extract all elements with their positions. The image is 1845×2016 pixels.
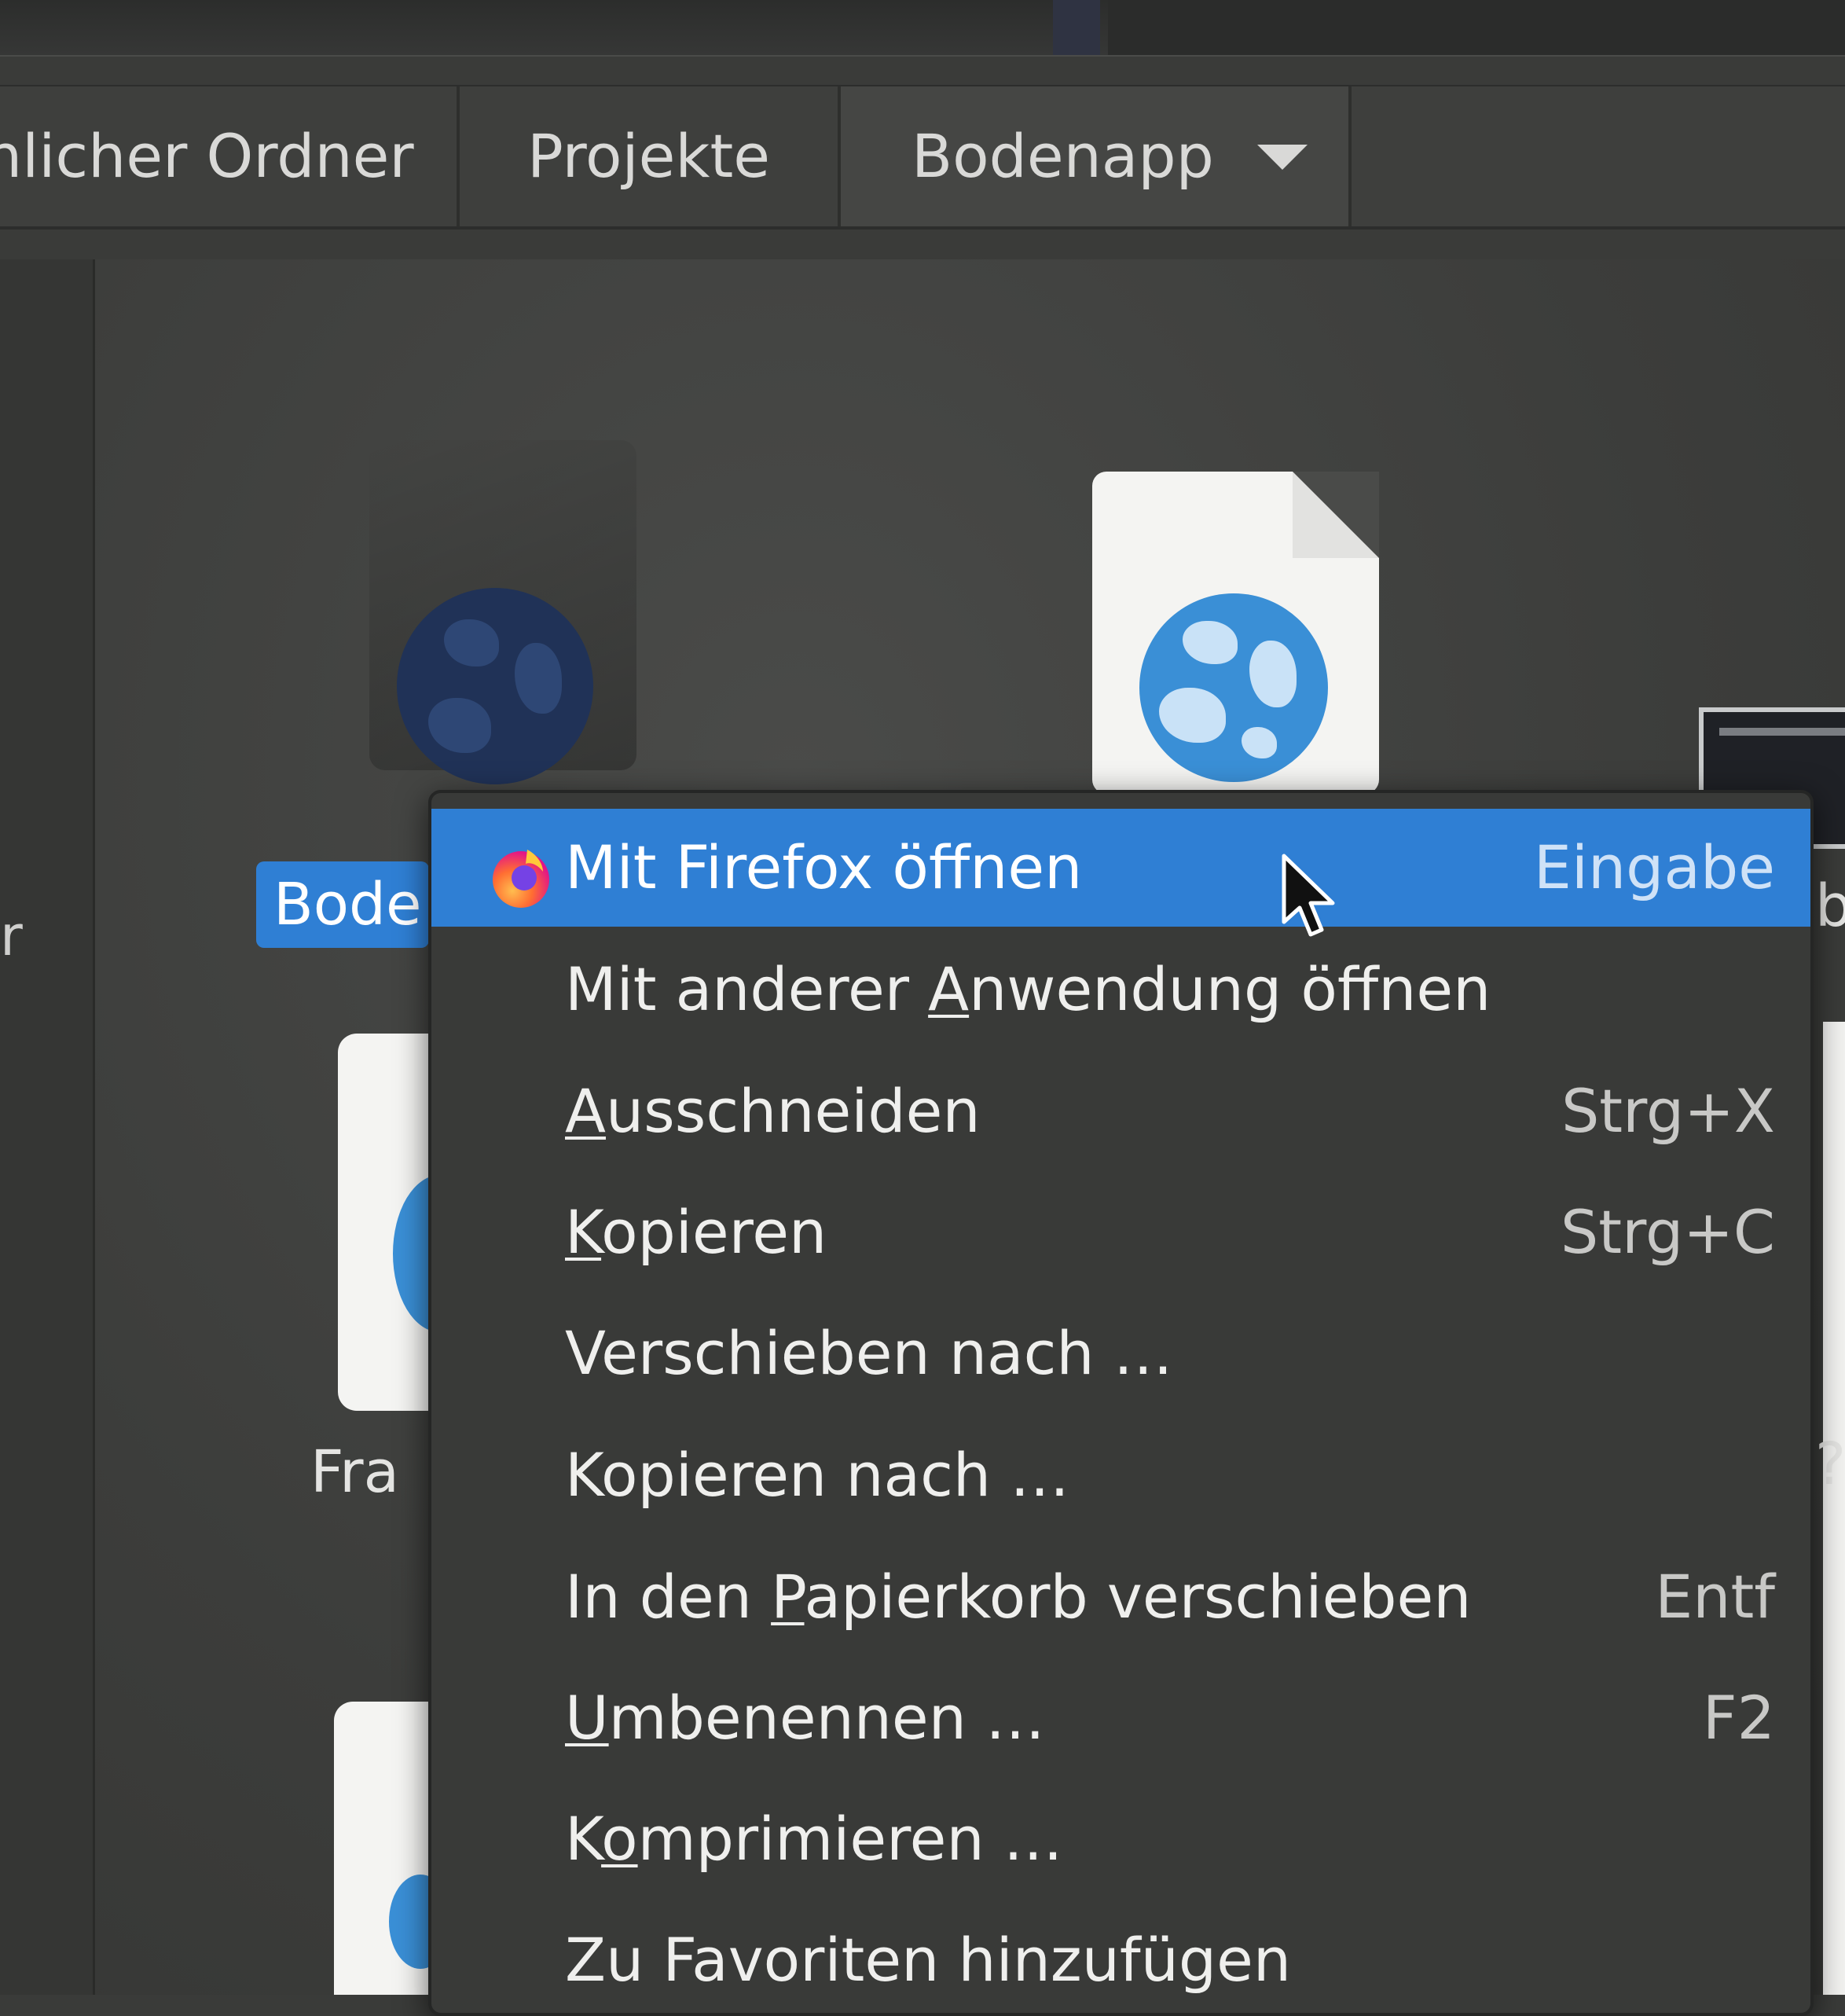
sidebar: r bbox=[0, 259, 95, 1995]
menu-item-open-with-firefox[interactable]: Mit Firefox öffnen Eingabe bbox=[431, 809, 1810, 927]
breadcrumb-item-personal-folder[interactable]: nlicher Ordner bbox=[0, 86, 460, 226]
menu-item-copy-to[interactable]: Kopieren nach … bbox=[431, 1416, 1810, 1534]
top-segment bbox=[1108, 0, 1845, 55]
breadcrumb-item-projekte[interactable]: Projekte bbox=[460, 86, 841, 226]
menu-item-cut[interactable]: Ausschneiden Strg+X bbox=[431, 1052, 1810, 1170]
menu-item-label: Ausschneiden bbox=[565, 1076, 981, 1146]
menu-item-move-to[interactable]: Verschieben nach … bbox=[431, 1294, 1810, 1412]
breadcrumb: nlicher Ordner Projekte Bodenapp bbox=[0, 85, 1845, 230]
file-label[interactable]: b bbox=[1815, 872, 1845, 940]
window-top-strip bbox=[0, 0, 1845, 57]
menu-item-compress[interactable]: Komprimieren … bbox=[431, 1780, 1810, 1898]
html-file-icon[interactable] bbox=[1092, 472, 1379, 794]
globe-icon[interactable] bbox=[397, 588, 593, 784]
menu-item-move-to-trash[interactable]: In den Papierkorb verschieben Entf bbox=[431, 1538, 1810, 1656]
menu-item-accelerator: Entf bbox=[1655, 1562, 1775, 1632]
menu-item-label: Kopieren nach … bbox=[565, 1440, 1070, 1510]
menu-item-accelerator: Eingabe bbox=[1533, 832, 1775, 902]
html-file-icon[interactable] bbox=[338, 1034, 487, 1411]
menu-item-accelerator: F2 bbox=[1702, 1683, 1775, 1753]
menu-item-label: Mit Firefox öffnen bbox=[565, 832, 1083, 902]
file-icon-edge bbox=[1823, 1022, 1845, 1995]
top-segment bbox=[1053, 0, 1100, 55]
mouse-cursor-icon bbox=[1282, 854, 1335, 937]
menu-item-copy[interactable]: Kopieren Strg+C bbox=[431, 1173, 1810, 1291]
html-file-icon[interactable] bbox=[334, 1702, 452, 1995]
window-bar bbox=[1719, 728, 1845, 736]
file-label[interactable]: ? bbox=[1815, 1430, 1845, 1498]
globe-icon bbox=[1139, 593, 1328, 782]
menu-item-label: Komprimieren … bbox=[565, 1804, 1063, 1874]
menu-item-accelerator: Strg+C bbox=[1561, 1197, 1775, 1267]
breadcrumb-item-bodenapp[interactable]: Bodenapp bbox=[841, 86, 1352, 226]
menu-item-label: Zu Favoriten hinzufügen bbox=[565, 1925, 1292, 1995]
menu-item-label: Kopieren bbox=[565, 1197, 827, 1267]
menu-item-label: Umbenennen … bbox=[565, 1683, 1046, 1753]
menu-item-label: Verschieben nach … bbox=[565, 1318, 1173, 1388]
menu-item-rename[interactable]: Umbenennen … F2 bbox=[431, 1659, 1810, 1777]
chevron-down-icon[interactable] bbox=[1257, 145, 1308, 170]
file-label[interactable]: Fra bbox=[310, 1438, 399, 1506]
selected-file-label[interactable]: Bode bbox=[256, 861, 429, 948]
sidebar-label-fragment: r bbox=[0, 904, 23, 968]
menu-item-add-to-favorites[interactable]: Zu Favoriten hinzufügen bbox=[431, 1901, 1810, 2013]
menu-item-open-with-other-app[interactable]: Mit anderer Anwendung öffnen bbox=[431, 931, 1810, 1048]
context-menu: Mit Firefox öffnen Eingabe Mit anderer A… bbox=[428, 790, 1814, 2016]
breadcrumb-label: Bodenapp bbox=[911, 121, 1214, 191]
menu-item-label: In den Papierkorb verschieben bbox=[565, 1562, 1472, 1632]
menu-item-label: Mit anderer Anwendung öffnen bbox=[565, 954, 1491, 1024]
menu-item-accelerator: Strg+X bbox=[1561, 1076, 1775, 1146]
firefox-icon bbox=[493, 850, 549, 908]
